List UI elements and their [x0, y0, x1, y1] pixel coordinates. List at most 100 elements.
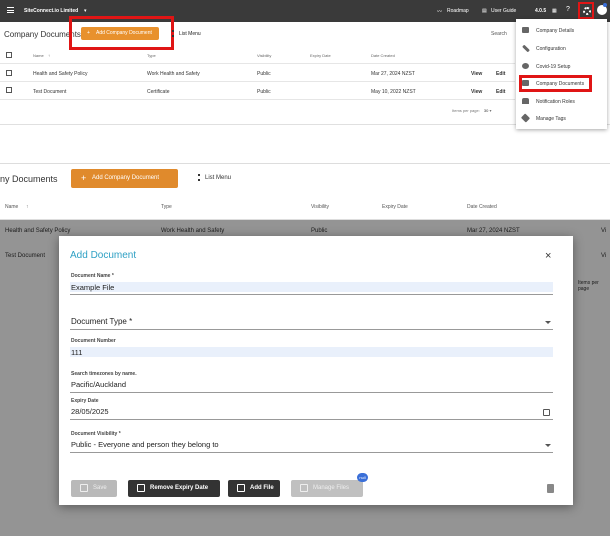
plus-icon: + [81, 173, 87, 183]
sort-up-icon[interactable]: ↑ [26, 204, 29, 210]
timezone-input[interactable]: Pacific/Auckland [71, 380, 126, 389]
save-label: Save [93, 485, 107, 491]
status-badge: null [357, 473, 368, 482]
menu-item-covid-setup[interactable]: Covid-19 Setup [516, 59, 607, 74]
table-cell[interactable]: Health and Safety Policy [33, 71, 87, 77]
col-name[interactable]: Name [5, 204, 18, 210]
col-expiry[interactable]: Expiry Date [382, 204, 408, 210]
add-button-label: Add Company Document [92, 175, 160, 181]
table-cell[interactable]: Test Document [33, 89, 66, 95]
apps-grid-icon[interactable]: ▦ [552, 8, 557, 14]
save-button[interactable]: Save [71, 480, 117, 497]
items-per-page-value[interactable]: 30 [484, 108, 488, 113]
document-type-select[interactable]: Document Type * [71, 317, 132, 326]
add-company-document-button[interactable]: + Add Company Document [71, 169, 178, 188]
search-input[interactable]: Search [491, 31, 507, 37]
col-created[interactable]: Date Created [467, 204, 497, 210]
view-button[interactable]: View [471, 71, 482, 77]
menu-item-company-details[interactable]: Company Details [516, 23, 607, 38]
add-file-label: Add File [250, 485, 274, 491]
page-title: ny Documents [0, 174, 58, 184]
help-icon[interactable]: ? [566, 6, 570, 13]
file-icon [237, 484, 245, 492]
document-name-field[interactable] [70, 282, 553, 292]
col-type[interactable]: Type [161, 204, 172, 210]
save-icon [80, 484, 88, 492]
row-checkbox[interactable] [6, 70, 12, 76]
col-visibility[interactable]: Visibility [257, 53, 271, 58]
chevron-down-icon[interactable] [545, 321, 551, 324]
calendar-icon[interactable] [543, 409, 550, 416]
close-icon[interactable]: × [545, 250, 551, 262]
divider [0, 63, 515, 64]
org-name[interactable]: SiteConnect.io Limited [24, 8, 78, 14]
book-icon: ▤ [482, 8, 487, 14]
chevron-down-icon[interactable] [545, 444, 551, 447]
table-cell: Public [257, 89, 271, 95]
settings-dropdown-menu: Company Details Configuration Covid-19 S… [516, 19, 607, 129]
avatar[interactable] [597, 3, 607, 15]
document-number-value[interactable]: 111 [71, 348, 82, 357]
user-guide-link[interactable]: User Guide [491, 8, 516, 14]
edit-button[interactable]: Edit [496, 71, 505, 77]
col-type[interactable]: Type [147, 53, 156, 58]
menu-item-label: Notification Roles [536, 99, 575, 105]
top-screenshot: SiteConnect.io Limited ▾ 〰 Roadmap ▤ Use… [0, 0, 610, 129]
divider [0, 99, 515, 100]
add-file-button[interactable]: Add File [228, 480, 280, 497]
chevron-down-icon[interactable]: ▾ [84, 8, 87, 14]
menu-item-label: Configuration [536, 46, 566, 52]
more-vert-icon [198, 174, 200, 181]
manage-files-label: Manage Files [313, 485, 350, 491]
menu-item-label: Manage Tags [536, 116, 566, 122]
remove-expiry-label: Remove Expiry Date [150, 485, 209, 491]
edit-button[interactable]: Edit [496, 89, 505, 95]
items-per-page[interactable]: Items per page: 30 ▾ [452, 108, 492, 113]
more-vert-icon [172, 30, 174, 37]
list-menu-button[interactable]: List Menu [172, 30, 201, 37]
menu-item-label: Covid-19 Setup [536, 64, 571, 70]
expiry-date-label: Expiry Date [71, 398, 99, 404]
tag-icon [520, 113, 531, 123]
divider [0, 81, 515, 82]
col-visibility[interactable]: Visibility [311, 204, 329, 210]
table-cell: Certificate [147, 89, 170, 95]
visibility-label: Document Visibility * [71, 431, 121, 437]
table-cell: Public [257, 71, 271, 77]
hamburger-menu-icon[interactable] [7, 7, 14, 13]
list-menu-button[interactable]: List Menu [198, 174, 231, 181]
version-label: 4.0.5 [535, 8, 547, 14]
visibility-select[interactable]: Public - Everyone and person they belong… [71, 440, 219, 449]
field-underline [70, 452, 553, 453]
row-checkbox[interactable] [6, 87, 12, 93]
list-menu-label: List Menu [179, 30, 201, 37]
sort-up-icon[interactable]: ↑ [48, 53, 50, 58]
document-number-field[interactable] [70, 347, 553, 357]
col-name[interactable]: Name [33, 53, 44, 58]
trash-icon[interactable] [547, 484, 554, 493]
timezone-label: Search timezones by name. [71, 371, 137, 377]
bell-icon [522, 98, 529, 104]
folder-icon [300, 484, 308, 492]
expiry-date-input[interactable]: 28/05/2025 [71, 407, 109, 416]
table-cell: Mar 27, 2024 NZST [371, 71, 415, 77]
menu-item-configuration[interactable]: Configuration [516, 41, 607, 56]
roadmap-icon: 〰 [437, 9, 443, 15]
col-expiry[interactable]: Expiry Date [310, 53, 331, 58]
menu-item-notification-roles[interactable]: Notification Roles [516, 94, 607, 109]
calendar-icon [137, 484, 145, 492]
manage-files-button[interactable]: Manage Files [291, 480, 363, 497]
items-per-page-label: Items per page: [452, 108, 480, 113]
view-button[interactable]: View [471, 89, 482, 95]
remove-expiry-date-button[interactable]: Remove Expiry Date [128, 480, 220, 497]
gear-icon[interactable] [583, 7, 591, 15]
document-name-value[interactable]: Example File [71, 283, 114, 292]
document-name-label: Document Name * [71, 273, 114, 279]
roadmap-link[interactable]: Roadmap [447, 8, 469, 14]
select-all-checkbox[interactable] [6, 52, 12, 58]
menu-item-label: Company Details [536, 28, 575, 34]
col-created[interactable]: Date Created [371, 53, 395, 58]
dialog-title: Add Document [70, 250, 137, 261]
menu-item-manage-tags[interactable]: Manage Tags [516, 111, 607, 126]
field-underline [70, 419, 553, 420]
